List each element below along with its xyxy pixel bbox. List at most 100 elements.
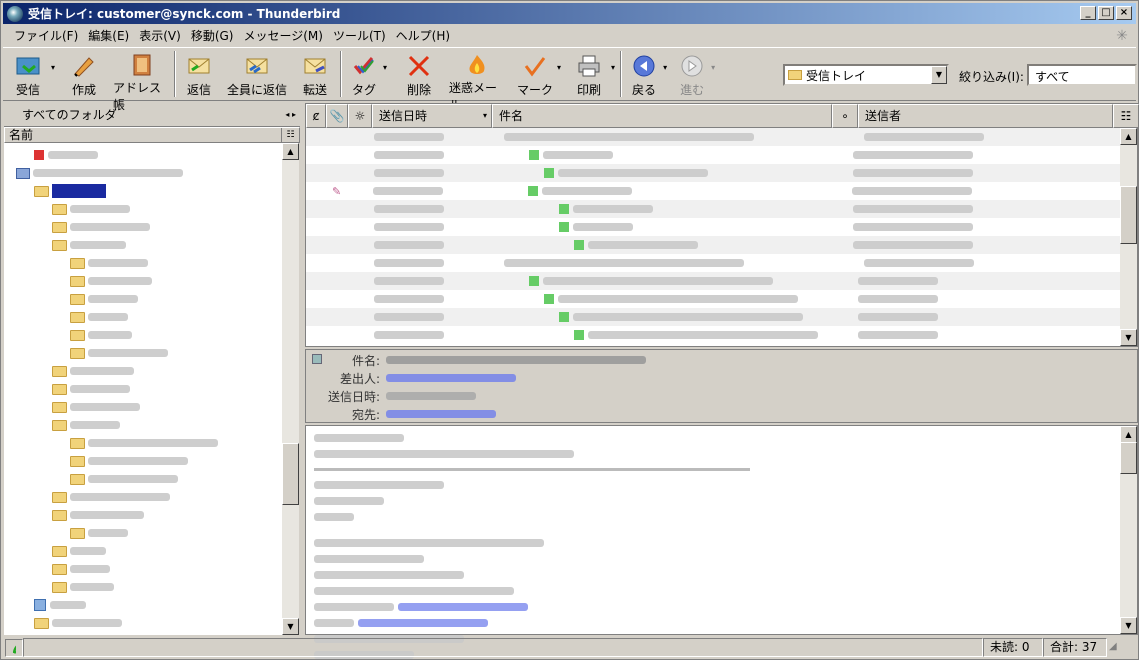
mark-dropdown-icon[interactable]: ▾ [557, 63, 561, 72]
subject-column-header[interactable]: 件名 [492, 104, 832, 128]
print-button[interactable]: 印刷 [569, 49, 609, 99]
scroll-thumb[interactable] [1120, 186, 1137, 244]
folder-item[interactable] [52, 417, 120, 433]
folder-item[interactable] [52, 543, 106, 559]
get-mail-dropdown-icon[interactable]: ▾ [51, 63, 55, 72]
scroll-thumb[interactable] [282, 443, 299, 505]
account-item[interactable] [16, 165, 183, 181]
close-button[interactable]: × [1116, 6, 1132, 20]
reply-button[interactable]: 返信 [181, 49, 217, 99]
get-mail-button[interactable]: 受信 [7, 49, 49, 99]
delete-button[interactable]: 削除 [399, 49, 439, 99]
folder-item[interactable] [52, 561, 110, 577]
junk-button[interactable]: 迷惑メール [449, 49, 505, 112]
junk-column-icon[interactable]: ☼ [348, 104, 372, 128]
online-status-icon[interactable] [5, 638, 23, 657]
scroll-thumb[interactable] [1120, 442, 1137, 474]
mark-button[interactable]: マーク [515, 49, 555, 99]
attachment-column-icon[interactable]: 📎 [326, 104, 348, 128]
back-dropdown-icon[interactable]: ▾ [663, 63, 667, 72]
thread-column-icon[interactable]: ȼ [306, 104, 326, 128]
to-link[interactable] [386, 410, 496, 418]
menu-edit[interactable]: 編集(E) [83, 27, 134, 44]
message-body-pane[interactable]: ▲ ▼ [305, 425, 1138, 659]
folder-item[interactable] [52, 201, 130, 217]
thunderbird-app-icon[interactable] [7, 5, 23, 22]
thread-scrollbar[interactable]: ▲ ▼ [1120, 128, 1137, 346]
menu-help[interactable]: ヘルプ(H) [391, 27, 455, 44]
message-row[interactable]: ✎ [306, 182, 1121, 200]
folder-item[interactable] [34, 597, 86, 613]
folder-item[interactable] [52, 489, 170, 505]
folder-item-selected[interactable] [34, 183, 106, 199]
folder-item[interactable] [34, 147, 98, 163]
title-bar[interactable]: 受信トレイ: customer@synck.com - Thunderbird … [3, 3, 1136, 24]
folder-tree-scrollbar[interactable]: ▲ ▼ [282, 143, 299, 635]
scroll-up-icon[interactable]: ▲ [1120, 426, 1137, 443]
menu-view[interactable]: 表示(V) [134, 27, 186, 44]
write-button[interactable]: 作成 [63, 49, 105, 99]
scroll-down-icon[interactable]: ▼ [1120, 617, 1137, 634]
folder-tree[interactable] [4, 143, 282, 635]
folder-item[interactable] [70, 309, 128, 325]
forward-nav-button[interactable]: 進む [675, 49, 709, 99]
message-row[interactable] [306, 290, 1121, 308]
back-button[interactable]: 戻る [627, 49, 661, 99]
folder-item[interactable] [52, 381, 130, 397]
scroll-up-icon[interactable]: ▲ [1120, 128, 1137, 145]
filter-input[interactable]: すべて [1027, 64, 1137, 86]
menu-go[interactable]: 移動(G) [186, 27, 239, 44]
read-column-icon[interactable]: ∘ [832, 104, 858, 128]
message-row[interactable] [306, 326, 1121, 344]
menu-tools[interactable]: ツール(T) [328, 27, 391, 44]
message-row[interactable] [306, 128, 1121, 146]
folder-item[interactable] [70, 291, 138, 307]
tag-dropdown-icon[interactable]: ▾ [383, 63, 387, 72]
folder-view-arrows-icon[interactable]: ◂ ▸ [285, 110, 296, 119]
folder-name-column-header[interactable]: 名前 ☷ [4, 127, 300, 143]
folder-item[interactable] [70, 525, 128, 541]
body-link[interactable] [358, 619, 488, 627]
message-row[interactable] [306, 236, 1121, 254]
message-row[interactable] [306, 200, 1121, 218]
minimize-button[interactable]: _ [1080, 6, 1096, 20]
chevron-down-icon[interactable]: ▼ [931, 66, 947, 84]
folder-item[interactable] [70, 435, 218, 451]
folder-item[interactable] [52, 363, 134, 379]
address-book-button[interactable]: アドレス帳 [113, 49, 169, 112]
thread-column-picker-icon[interactable]: ☷ [1113, 104, 1139, 128]
folder-item[interactable] [70, 453, 188, 469]
folder-item[interactable] [52, 237, 126, 253]
message-row[interactable] [306, 164, 1121, 182]
folder-item[interactable] [70, 345, 168, 361]
folder-item[interactable] [52, 507, 144, 523]
body-link[interactable] [398, 603, 528, 611]
column-picker-icon[interactable]: ☷ [281, 128, 299, 142]
folder-item[interactable] [52, 579, 114, 595]
folder-pane-header[interactable]: すべてのフォルダ ◂ ▸ [4, 103, 300, 127]
message-body-scrollbar[interactable]: ▲ ▼ [1120, 426, 1137, 634]
menu-message[interactable]: メッセージ(M) [238, 27, 327, 44]
message-row[interactable] [306, 218, 1121, 236]
tag-button[interactable]: タグ [347, 49, 381, 99]
folder-item[interactable] [70, 327, 132, 343]
sender-column-header[interactable]: 送信者 [858, 104, 1113, 128]
from-link[interactable] [386, 374, 516, 382]
print-dropdown-icon[interactable]: ▾ [611, 63, 615, 72]
scroll-up-icon[interactable]: ▲ [282, 143, 299, 160]
folder-item[interactable] [70, 471, 178, 487]
reply-all-button[interactable]: 全員に返信 [225, 49, 289, 99]
menu-file[interactable]: ファイル(F) [9, 27, 83, 44]
folder-item[interactable] [52, 219, 150, 235]
folder-item[interactable] [70, 273, 152, 289]
message-list[interactable]: ✎ [306, 128, 1121, 346]
message-row[interactable] [306, 146, 1121, 164]
folder-location-select[interactable]: 受信トレイ ▼ [783, 64, 949, 86]
scroll-down-icon[interactable]: ▼ [282, 618, 299, 635]
folder-item[interactable] [70, 255, 148, 271]
forward-nav-dropdown-icon[interactable]: ▾ [711, 63, 715, 72]
folder-item[interactable] [52, 399, 140, 415]
message-row[interactable] [306, 308, 1121, 326]
maximize-button[interactable]: □ [1098, 6, 1114, 20]
resize-grip-icon[interactable]: ◢ [1109, 641, 1123, 655]
